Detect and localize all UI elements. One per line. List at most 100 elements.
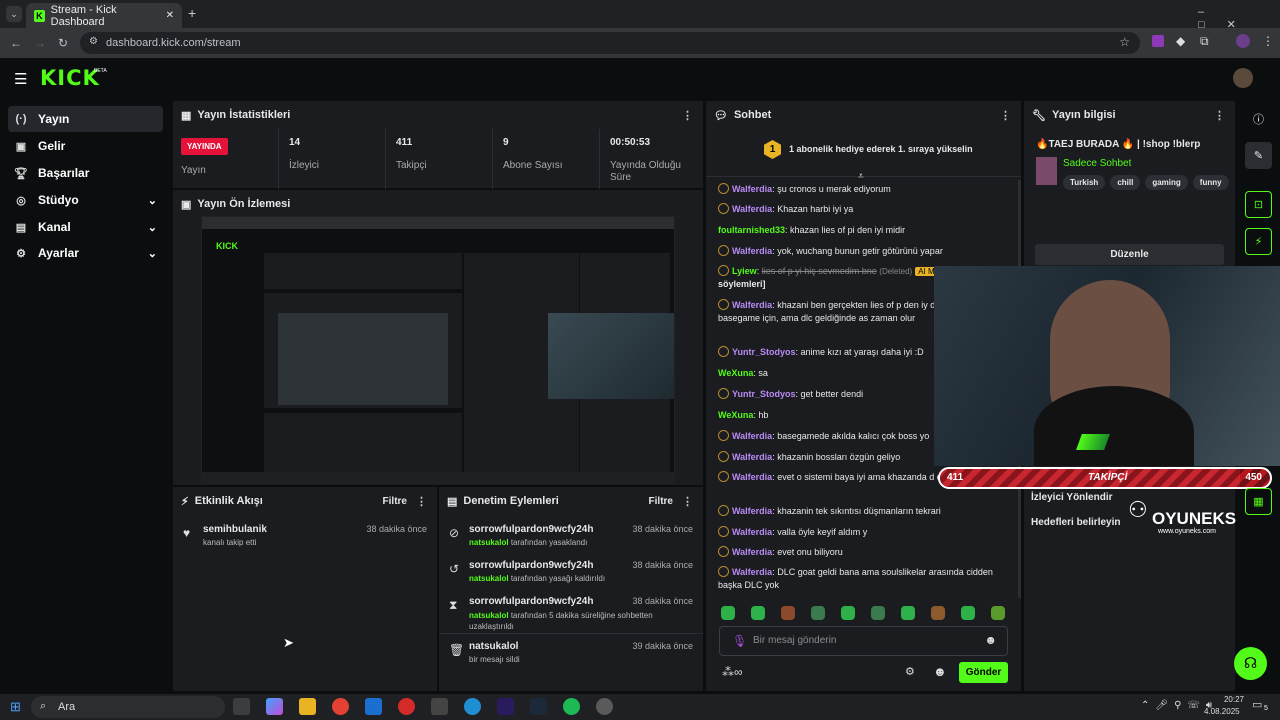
event-user[interactable]: semihbulanik bbox=[203, 524, 267, 535]
chat-username[interactable]: Walferdia bbox=[732, 184, 772, 194]
preview-video[interactable]: KICK bbox=[201, 216, 675, 484]
reload-icon[interactable]: ↻ bbox=[55, 36, 71, 50]
chat-username[interactable]: Yuntr_Stodyos bbox=[732, 347, 796, 357]
chat-settings-icon[interactable]: ⚙ bbox=[905, 665, 915, 678]
chat-username[interactable]: Walferdia bbox=[732, 527, 772, 537]
event-user[interactable]: natsukalol bbox=[469, 641, 518, 652]
pinned-banner[interactable]: 1 1 abonelik hediye ederek 1. sıraya yük… bbox=[706, 129, 1021, 182]
outlook-icon[interactable] bbox=[365, 698, 382, 715]
app-icon[interactable] bbox=[431, 698, 448, 715]
chat-username[interactable]: Lyiew bbox=[732, 266, 757, 276]
event-user[interactable]: sorrowfulpardon9wcfy24h bbox=[469, 524, 593, 535]
extension2-icon[interactable]: ◆ bbox=[1176, 34, 1185, 48]
chat-username[interactable]: foultarnished33 bbox=[718, 225, 785, 235]
kebab-icon[interactable]: ⋮ bbox=[682, 109, 693, 122]
chrome-icon[interactable] bbox=[332, 698, 349, 715]
hamburger-menu-icon[interactable]: ☰ bbox=[14, 70, 27, 88]
chat-username[interactable]: Walferdia bbox=[732, 300, 772, 310]
emote-icon[interactable] bbox=[991, 606, 1005, 620]
kebab-icon[interactable]: ⋮ bbox=[1000, 109, 1011, 122]
tag[interactable]: Turkish bbox=[1063, 175, 1106, 190]
emote-icon[interactable] bbox=[841, 606, 855, 620]
bot-icon[interactable]: ☻ bbox=[933, 664, 947, 679]
chat-username[interactable]: Walferdia bbox=[732, 246, 772, 256]
site-info-icon[interactable]: ⚙ bbox=[89, 36, 98, 47]
chat-username[interactable]: Walferdia bbox=[732, 506, 772, 516]
chat-input[interactable]: 🎙︎ Bir mesaj gönderin ☻ bbox=[719, 626, 1008, 656]
pencil-icon[interactable]: ✎ bbox=[1245, 142, 1272, 169]
lightning-icon[interactable]: ⚡︎ bbox=[1245, 228, 1272, 255]
tab-search-button[interactable]: ⌄ bbox=[6, 6, 22, 22]
chat-username[interactable]: Walferdia bbox=[732, 472, 772, 482]
chat-username[interactable]: Walferdia bbox=[732, 547, 772, 557]
obs-icon[interactable] bbox=[596, 698, 613, 715]
extension-icon[interactable] bbox=[1152, 35, 1164, 47]
sidebar-item-yayin[interactable]: (·) Yayın bbox=[8, 106, 163, 132]
user-avatar[interactable] bbox=[1233, 68, 1253, 88]
back-icon[interactable]: ← bbox=[8, 36, 24, 50]
chat-username[interactable]: WeXuna bbox=[718, 410, 753, 420]
kebab-icon[interactable]: ⋮ bbox=[682, 495, 693, 508]
spotify-icon[interactable] bbox=[563, 698, 580, 715]
close-tab-icon[interactable]: ✕ bbox=[166, 10, 174, 21]
sidebar-item-kanal[interactable]: ▤ Kanal ⌄ bbox=[8, 214, 163, 240]
tag[interactable]: funny bbox=[1192, 175, 1229, 190]
moderator-name[interactable]: natsukalol bbox=[469, 538, 509, 547]
kebab-icon[interactable]: ⋮ bbox=[416, 495, 427, 508]
channel-points-icon[interactable]: ⁂∞ bbox=[722, 665, 743, 679]
microphone-icon[interactable]: 🎙︎ bbox=[732, 634, 747, 648]
chat-username[interactable]: Yuntr_Stodyos bbox=[732, 389, 796, 399]
chat-username[interactable]: Walferdia bbox=[732, 567, 772, 577]
sidebar-item-basarilar[interactable]: 🏆︎ Başarılar bbox=[8, 160, 163, 186]
edit-button[interactable]: Düzenle bbox=[1035, 244, 1224, 265]
copilot-icon[interactable] bbox=[266, 698, 283, 715]
opera-icon[interactable] bbox=[398, 698, 415, 715]
sidebar-item-ayarlar[interactable]: ⚙ Ayarlar ⌄ bbox=[8, 240, 163, 266]
chat-username[interactable]: Walferdia bbox=[732, 204, 772, 214]
info-icon[interactable]: ⓘ bbox=[1245, 105, 1272, 132]
support-headset-icon[interactable]: ☊ bbox=[1234, 647, 1267, 680]
browser-tab[interactable]: K Stream - Kick Dashboard ✕ bbox=[26, 3, 182, 28]
category-name[interactable]: Sadece Sohbet bbox=[1063, 158, 1131, 169]
goal-raid[interactable]: İzleyici Yönlendir bbox=[1031, 492, 1113, 503]
emote-icon[interactable] bbox=[751, 606, 765, 620]
tag[interactable]: chill bbox=[1110, 175, 1141, 190]
emote-icon[interactable] bbox=[871, 606, 885, 620]
emote-icon[interactable] bbox=[931, 606, 945, 620]
bookmark-star-icon[interactable]: ☆ bbox=[1119, 35, 1130, 49]
emote-icon[interactable] bbox=[811, 606, 825, 620]
url-field[interactable]: ⚙ dashboard.kick.com/stream ☆ bbox=[80, 32, 1140, 54]
notification-icon[interactable]: ▭ bbox=[1252, 698, 1262, 711]
event-user[interactable]: sorrowfulpardon9wcfy24h bbox=[469, 596, 593, 607]
chat-username[interactable]: Walferdia bbox=[732, 431, 772, 441]
chat-username[interactable]: Walferdia bbox=[732, 452, 772, 462]
profile-avatar[interactable] bbox=[1236, 34, 1250, 48]
emoji-icon[interactable]: ☻ bbox=[984, 633, 997, 647]
send-button[interactable]: Gönder bbox=[959, 662, 1008, 683]
sidebar-item-gelir[interactable]: ▣ Gelir bbox=[8, 133, 163, 159]
sidebar-item-studyo[interactable]: ◎ Stüdyo ⌄ bbox=[8, 187, 163, 213]
premiere-icon[interactable] bbox=[497, 698, 514, 715]
forward-icon[interactable]: → bbox=[32, 36, 48, 50]
new-tab-icon[interactable]: + bbox=[188, 5, 196, 21]
file-explorer-icon[interactable] bbox=[299, 698, 316, 715]
moderator-name[interactable]: natsukalol bbox=[469, 574, 509, 583]
extensions-puzzle-icon[interactable]: ⧉ bbox=[1200, 34, 1209, 49]
windows-start-icon[interactable]: ⊞ bbox=[10, 699, 21, 715]
event-user[interactable]: sorrowfulpardon9wcfy24h bbox=[469, 560, 593, 571]
steam-icon[interactable] bbox=[530, 698, 547, 715]
clock-time[interactable]: 20:27 bbox=[1208, 695, 1244, 704]
emote-icon[interactable] bbox=[901, 606, 915, 620]
chat-username[interactable]: WeXuna bbox=[718, 368, 753, 378]
clapper-icon[interactable]: ▦ bbox=[1245, 488, 1272, 515]
emote-icon[interactable] bbox=[721, 606, 735, 620]
task-view-icon[interactable] bbox=[233, 698, 250, 715]
browser-menu-icon[interactable]: ⋮ bbox=[1262, 34, 1274, 48]
tag[interactable]: gaming bbox=[1145, 175, 1188, 190]
goal-set[interactable]: Hedefleri belirleyin bbox=[1031, 517, 1120, 528]
clock-date[interactable]: 4.08.2025 bbox=[1204, 707, 1240, 716]
taskbar-search[interactable]: ⌕ Ara bbox=[31, 696, 225, 718]
emote-icon[interactable] bbox=[961, 606, 975, 620]
filter-button[interactable]: Filtre bbox=[649, 496, 673, 507]
emote-icon[interactable] bbox=[781, 606, 795, 620]
